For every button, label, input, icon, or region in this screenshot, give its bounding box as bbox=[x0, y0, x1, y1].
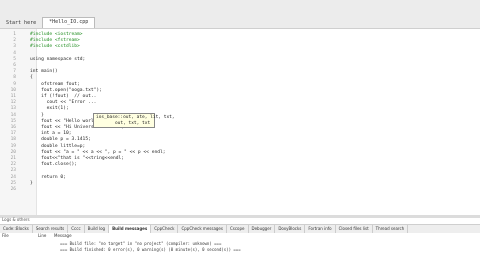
line-number: 4 bbox=[13, 50, 16, 56]
code-line[interactable]: int main() bbox=[30, 69, 58, 74]
code-line[interactable]: } bbox=[30, 113, 44, 118]
line-number: 7 bbox=[13, 69, 16, 75]
code-line[interactable]: ofstream fout; bbox=[30, 82, 80, 87]
line-number: 2 bbox=[13, 38, 16, 44]
line-number: 15 bbox=[10, 118, 16, 124]
line-number: 1 bbox=[13, 32, 16, 37]
line-number: 23 bbox=[10, 168, 16, 174]
log-tab-cppcheck[interactable]: CppCheck bbox=[151, 225, 179, 233]
code-line[interactable]: fout<<"that is "<<tring<<endl; bbox=[30, 156, 124, 161]
column-file: File bbox=[2, 233, 9, 238]
log-tab-codeblocks[interactable]: Code::Blocks bbox=[0, 225, 33, 233]
log-tab-thread-search[interactable]: Thread search bbox=[373, 225, 409, 233]
code-line[interactable]: exit(1); bbox=[30, 106, 69, 111]
autocomplete-tooltip: ios_base::out, ate, lit, txt, out, txt, … bbox=[93, 113, 175, 128]
line-number: 20 bbox=[10, 149, 16, 155]
log-tab-build-messages[interactable]: Build messages bbox=[109, 225, 152, 233]
code-line[interactable]: double little=p; bbox=[30, 144, 85, 149]
column-line: Line bbox=[38, 233, 47, 238]
code-line[interactable]: cout << "Error ... bbox=[30, 100, 97, 105]
build-message-line: === Build finished: 0 error(s), 0 warnin… bbox=[60, 247, 241, 252]
line-number: 26 bbox=[10, 187, 16, 192]
line-number: 22 bbox=[10, 162, 16, 168]
code-line[interactable]: using namespace std; bbox=[30, 57, 85, 62]
tooltip-line-2: out, txt, txt bbox=[96, 120, 151, 126]
line-number: 6 bbox=[13, 63, 16, 68]
line-number: 18 bbox=[10, 137, 16, 143]
code-line[interactable]: { bbox=[30, 75, 33, 80]
line-number: 12 bbox=[10, 100, 16, 106]
log-tab-doxyblocks[interactable]: DoxyBlocks bbox=[275, 225, 306, 233]
panel-splitter[interactable] bbox=[0, 215, 480, 218]
code-editor[interactable]: 1 #include <iostream> 2 #include <fstream> 3… bbox=[0, 29, 480, 215]
code-line[interactable]: #include <iostream> bbox=[30, 32, 83, 37]
code-line[interactable]: double p = 3.1415; bbox=[30, 137, 91, 142]
line-number: 10 bbox=[10, 87, 16, 93]
line-number: 16 bbox=[10, 125, 16, 130]
build-messages-panel: File Line Message === Build file: "no ta… bbox=[0, 233, 480, 270]
code-line[interactable]: fout.open("ooga.txt"); bbox=[30, 88, 102, 93]
line-number: 21 bbox=[10, 156, 16, 161]
line-number: 24 bbox=[10, 174, 16, 180]
tooltip-line-1: ios_base::out, ate, lit, txt, bbox=[96, 115, 175, 120]
line-number: 17 bbox=[10, 131, 16, 137]
line-number: 8 bbox=[13, 75, 16, 81]
editor-tab-bar: Start here *Hello_IO.cpp bbox=[0, 0, 480, 29]
log-tab-fortran-info[interactable]: Fortran info bbox=[305, 225, 336, 233]
column-message: Message bbox=[54, 233, 72, 238]
log-tab-cccc[interactable]: Cccc bbox=[68, 225, 85, 233]
code-line[interactable]: int a = 10; bbox=[30, 131, 71, 136]
code-line[interactable]: } bbox=[30, 181, 33, 186]
code-line[interactable]: return 0; bbox=[30, 175, 66, 180]
line-number: 13 bbox=[10, 106, 16, 112]
code-line[interactable]: #include <cstdlib> bbox=[30, 44, 80, 49]
log-tab-cscope[interactable]: Cscope bbox=[227, 225, 249, 233]
code-line[interactable]: fout << "a = " << a << ", p = " << p << … bbox=[30, 150, 165, 155]
logs-panel-title: Logs & others bbox=[2, 217, 30, 222]
code-line[interactable]: if (!fout) // out.. bbox=[30, 94, 96, 99]
log-tab-search-results[interactable]: Search results bbox=[33, 225, 69, 233]
log-tab-cppcheck-messages[interactable]: CppCheck messages bbox=[178, 225, 227, 233]
log-tab-debugger[interactable]: Debugger bbox=[249, 225, 276, 233]
line-number: 5 bbox=[13, 56, 16, 62]
line-number: 9 bbox=[13, 81, 16, 87]
tab-hello-io[interactable]: *Hello_IO.cpp bbox=[42, 17, 96, 28]
line-number: 19 bbox=[10, 143, 16, 149]
tab-start-here[interactable]: Start here bbox=[0, 19, 42, 28]
line-number: 3 bbox=[13, 44, 16, 50]
build-message-line: === Build file: "no target" in "no proje… bbox=[60, 241, 222, 246]
code-line[interactable]: #include <fstream> bbox=[30, 38, 80, 43]
log-tab-build-log[interactable]: Build log bbox=[85, 225, 110, 233]
code-line[interactable]: fout.close(); bbox=[30, 162, 77, 167]
line-number: 14 bbox=[10, 112, 16, 118]
log-tab-closed-files[interactable]: Closed files list bbox=[336, 225, 373, 233]
line-number: 25 bbox=[10, 180, 16, 186]
tab-row: Start here *Hello_IO.cpp bbox=[0, 16, 96, 28]
line-number: 11 bbox=[10, 94, 16, 99]
